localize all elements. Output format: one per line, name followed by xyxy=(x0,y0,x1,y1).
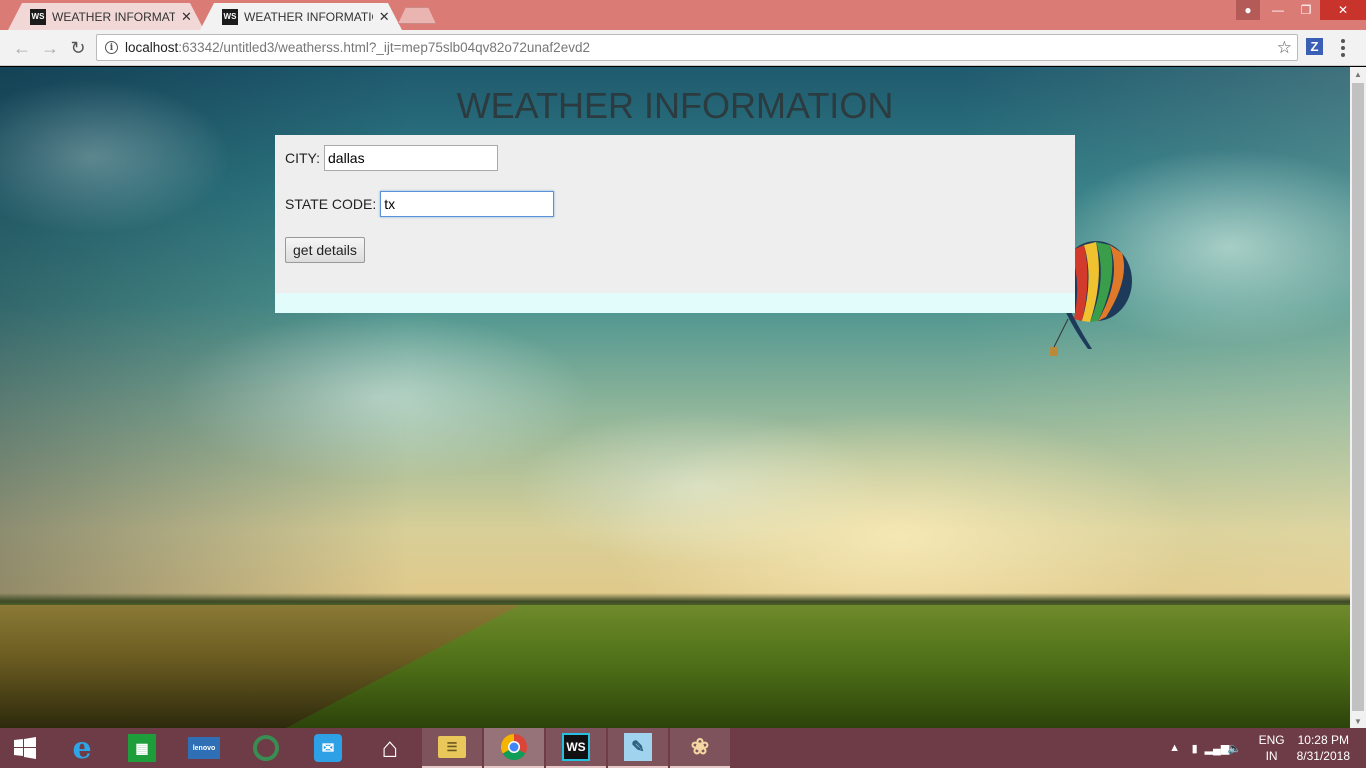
start-button[interactable] xyxy=(0,728,50,768)
battery-icon[interactable]: ▮ xyxy=(1185,742,1205,755)
page-title: WEATHER INFORMATION xyxy=(456,85,894,126)
lenovo-icon: lenovo xyxy=(188,737,220,759)
webstorm-icon: WS xyxy=(562,733,590,761)
chrome-button[interactable] xyxy=(484,728,544,768)
weather-form: CITY: STATE CODE: get details xyxy=(275,135,1075,293)
language-region: IN xyxy=(1265,749,1278,763)
volume-icon[interactable]: 🔈 xyxy=(1225,742,1245,755)
webstorm-button[interactable]: WS xyxy=(546,728,606,768)
close-tab-icon[interactable]: ✕ xyxy=(379,9,391,25)
address-bar[interactable]: i localhost:63342/untitled3/weatherss.ht… xyxy=(96,34,1298,61)
extension-icon[interactable]: Z xyxy=(1306,38,1323,55)
notepad-button[interactable]: ✎ xyxy=(608,728,668,768)
tab-title: WEATHER INFORMATION xyxy=(244,9,372,24)
clock-date: 8/31/2018 xyxy=(1296,749,1350,763)
tab-weather-1[interactable]: WS WEATHER INFORMATION ✕ xyxy=(8,3,204,30)
folder-icon: ☰ xyxy=(438,736,466,758)
store-button[interactable]: ▦ xyxy=(112,728,172,768)
browser-toolbar: ← → ↻ i localhost:63342/untitled3/weathe… xyxy=(0,30,1366,66)
chevron-up-icon[interactable]: ▲ xyxy=(1165,742,1185,754)
minimize-button[interactable]: — xyxy=(1264,0,1292,20)
window-controls: ● — ❐ ✕ xyxy=(1236,0,1366,20)
url-path: :63342/untitled3/weatherss.html?_ijt=mep… xyxy=(178,40,590,55)
city-row: CITY: xyxy=(285,145,499,171)
windows-taskbar: e ▦ lenovo ✉ ⌂ ☰ WS ✎ ❀ ▲ ▮ ▂▄▆ 🔈 ENG IN… xyxy=(0,728,1366,768)
reload-icon[interactable]: ↻ xyxy=(66,36,90,60)
webstorm-favicon-icon: WS xyxy=(30,9,46,25)
state-code-label: STATE CODE: xyxy=(285,196,377,212)
system-tray: ▲ ▮ ▂▄▆ 🔈 ENG IN 10:28 PM 8/31/2018 xyxy=(1165,728,1366,768)
paint-palette-icon: ❀ xyxy=(690,734,710,759)
close-window-button[interactable]: ✕ xyxy=(1320,0,1366,20)
mail-bag-icon: ✉ xyxy=(314,734,342,762)
browser-titlebar: WS WEATHER INFORMATION ✕ WS WEATHER INFO… xyxy=(0,0,1366,30)
file-explorer-button[interactable]: ☰ xyxy=(422,728,482,768)
state-code-input[interactable] xyxy=(380,191,555,217)
page-viewport: WEATHER INFORMATION CITY: STATE CODE: ge… xyxy=(0,67,1366,728)
three-dots-icon[interactable] xyxy=(1338,38,1348,58)
city-input[interactable] xyxy=(324,145,499,171)
lenovo-button[interactable]: lenovo xyxy=(174,728,234,768)
restore-button[interactable]: ❐ xyxy=(1292,0,1320,20)
internet-explorer-button[interactable]: e xyxy=(52,728,112,768)
clock-time: 10:28 PM xyxy=(1297,733,1349,747)
url-host: localhost xyxy=(125,40,179,55)
windows-logo-icon xyxy=(14,737,36,759)
scrollbar-thumb[interactable] xyxy=(1352,83,1364,711)
scroll-down-icon[interactable]: ▼ xyxy=(1350,714,1366,728)
tab-title: WEATHER INFORMATION xyxy=(52,9,175,24)
chrome-icon xyxy=(500,733,527,761)
cortana-button[interactable] xyxy=(236,728,296,768)
ring-app-icon xyxy=(253,735,279,761)
star-icon[interactable]: ☆ xyxy=(1277,38,1292,58)
page-scrollbar[interactable]: ▲ ▼ xyxy=(1350,67,1366,728)
store-icon: ▦ xyxy=(128,734,156,762)
user-profile-icon[interactable]: ● xyxy=(1236,0,1260,20)
info-icon[interactable]: i xyxy=(105,41,118,54)
paint-button[interactable]: ❀ xyxy=(670,728,730,768)
home-icon: ⌂ xyxy=(381,732,399,763)
signal-icon[interactable]: ▂▄▆ xyxy=(1205,742,1230,755)
new-tab-button[interactable] xyxy=(398,7,436,24)
notepad-icon: ✎ xyxy=(624,733,652,761)
input-language[interactable]: ENG IN xyxy=(1259,732,1285,764)
close-tab-icon[interactable]: ✕ xyxy=(181,9,192,25)
get-details-button[interactable]: get details xyxy=(285,237,365,263)
home-button[interactable]: ⌂ xyxy=(360,728,420,768)
scroll-up-icon[interactable]: ▲ xyxy=(1350,67,1366,81)
arrow-left-icon[interactable]: ← xyxy=(10,36,34,60)
weather-result-area xyxy=(275,293,1075,313)
arrow-right-icon[interactable]: → xyxy=(38,36,62,60)
internet-explorer-icon: e xyxy=(72,730,92,766)
mail-button[interactable]: ✉ xyxy=(298,728,358,768)
clock[interactable]: 10:28 PM 8/31/2018 xyxy=(1297,732,1350,764)
state-row: STATE CODE: xyxy=(285,191,555,217)
city-label: CITY: xyxy=(285,150,321,166)
button-row: get details xyxy=(285,237,365,263)
tab-weather-2[interactable]: WS WEATHER INFORMATION ✕ xyxy=(200,3,402,30)
language-code: ENG xyxy=(1258,733,1285,747)
webstorm-favicon-icon: WS xyxy=(222,9,238,25)
